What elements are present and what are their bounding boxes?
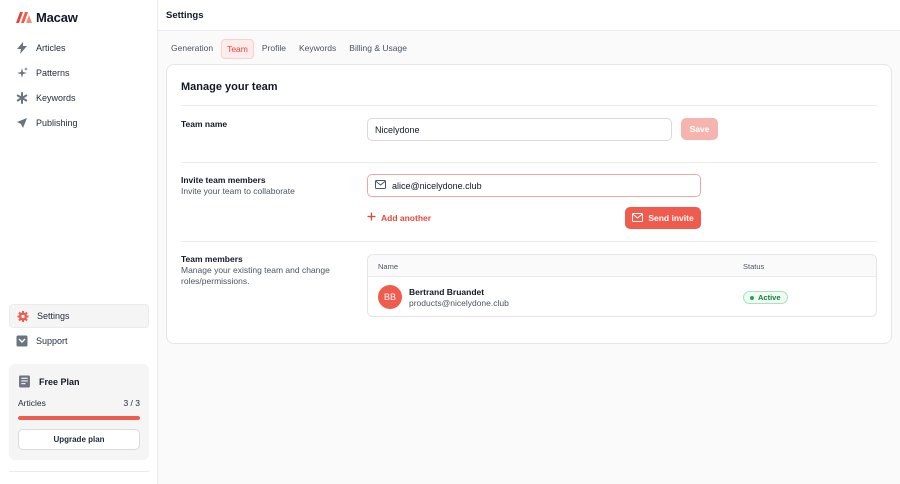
tab-team[interactable]: Team bbox=[221, 39, 254, 59]
invite-description: Invite your team to collaborate bbox=[181, 186, 295, 196]
plan-title: Free Plan bbox=[39, 377, 80, 387]
members-description: Manage your existing team and change rol… bbox=[181, 265, 330, 286]
plan-progress-bar bbox=[18, 416, 140, 420]
sidebar-item-settings[interactable]: Settings bbox=[9, 304, 149, 328]
tab-generation[interactable]: Generation bbox=[166, 39, 218, 59]
divider bbox=[181, 105, 877, 106]
sidebar-item-publishing[interactable]: Publishing bbox=[9, 111, 149, 135]
sidebar-item-label: Articles bbox=[36, 43, 66, 53]
app-logo[interactable]: Macaw bbox=[16, 10, 78, 25]
members-label: Team members bbox=[181, 254, 243, 264]
column-header-name: Name bbox=[378, 262, 399, 271]
card-title: Manage your team bbox=[181, 81, 278, 93]
send-invite-label: Send invite bbox=[648, 213, 694, 223]
add-another-label: Add another bbox=[381, 212, 432, 223]
invite-email-input[interactable] bbox=[392, 180, 700, 191]
table-row[interactable]: BB Bertrand Bruandet products@nicelydone… bbox=[368, 277, 876, 316]
divider bbox=[181, 162, 877, 163]
plan-metric-value: 3 / 3 bbox=[123, 398, 140, 408]
tab-profile[interactable]: Profile bbox=[257, 39, 291, 59]
mail-icon bbox=[632, 212, 644, 224]
tab-billing-usage[interactable]: Billing & Usage bbox=[344, 39, 412, 59]
member-name: Bertrand Bruandet bbox=[409, 287, 485, 297]
table-header: Name Status bbox=[368, 255, 876, 277]
plan-usage-row: Articles 3 / 3 bbox=[18, 398, 140, 408]
team-settings-card: Manage your team Team name Save Invite t… bbox=[166, 64, 892, 344]
team-name-input[interactable] bbox=[367, 118, 672, 141]
send-invite-button[interactable]: Send invite bbox=[625, 207, 701, 229]
sidebar-item-support[interactable]: Support bbox=[9, 329, 149, 353]
plan-progress-fill bbox=[18, 416, 140, 420]
sidebar-divider bbox=[9, 471, 149, 472]
divider bbox=[181, 241, 877, 242]
tab-keywords[interactable]: Keywords bbox=[294, 39, 341, 59]
mail-icon bbox=[375, 180, 386, 191]
avatar: BB bbox=[378, 285, 402, 309]
upgrade-plan-button[interactable]: Upgrade plan bbox=[18, 429, 140, 450]
document-icon bbox=[18, 375, 31, 390]
sidebar-item-articles[interactable]: Articles bbox=[9, 36, 149, 60]
sidebar-item-label: Support bbox=[36, 336, 68, 346]
topbar: Settings bbox=[158, 0, 900, 31]
invite-label: Invite team members bbox=[181, 175, 266, 185]
status-label: Active bbox=[758, 293, 781, 302]
paper-plane-icon bbox=[16, 117, 28, 129]
team-name-label: Team name bbox=[181, 119, 228, 129]
status-dot-icon bbox=[750, 295, 754, 300]
members-table: Name Status BB Bertrand Bruandet product… bbox=[367, 254, 877, 317]
member-email: products@nicelydone.club bbox=[409, 298, 509, 308]
add-another-button[interactable]: Add another bbox=[367, 212, 431, 223]
invite-email-field[interactable] bbox=[367, 174, 701, 197]
sidebar-item-label: Publishing bbox=[36, 118, 78, 128]
page-title: Settings bbox=[166, 10, 204, 21]
gear-icon bbox=[17, 310, 29, 322]
status-badge: Active bbox=[743, 291, 788, 304]
plan-metric-label: Articles bbox=[18, 398, 46, 408]
save-button[interactable]: Save bbox=[681, 118, 718, 140]
settings-tabs: Generation Team Profile Keywords Billing… bbox=[166, 39, 415, 59]
column-header-status: Status bbox=[743, 262, 765, 271]
lightning-icon bbox=[16, 42, 28, 54]
sidebar-item-label: Keywords bbox=[36, 93, 76, 103]
plus-icon bbox=[367, 212, 376, 223]
app-name: Macaw bbox=[36, 10, 78, 25]
sidebar-item-label: Patterns bbox=[36, 68, 70, 78]
sidebar-item-keywords[interactable]: Keywords bbox=[9, 86, 149, 110]
sidebar: Macaw Articles Patterns Keywords Publish… bbox=[0, 0, 158, 484]
asterisk-icon bbox=[16, 92, 28, 104]
support-icon bbox=[16, 335, 28, 347]
sidebar-item-patterns[interactable]: Patterns bbox=[9, 61, 149, 85]
plan-card: Free Plan Articles 3 / 3 Upgrade plan bbox=[9, 364, 149, 460]
macaw-logo-icon bbox=[16, 12, 32, 23]
sparkles-icon bbox=[16, 67, 28, 79]
sidebar-item-label: Settings bbox=[37, 311, 70, 321]
